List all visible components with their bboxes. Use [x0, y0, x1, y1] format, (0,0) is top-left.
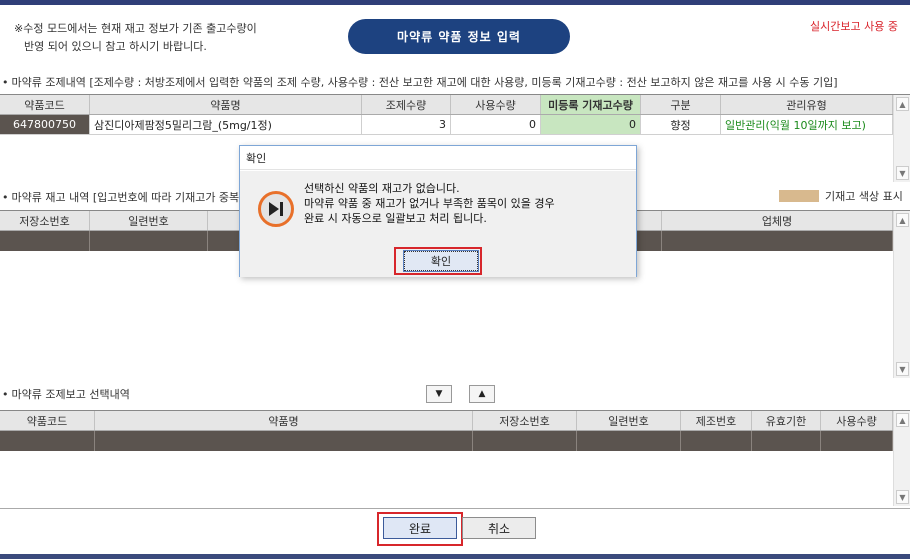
- col-header-storage-no: 저장소번호: [0, 211, 90, 230]
- page-title: 마약류 약품 정보 입력: [348, 19, 570, 54]
- notice-line-2: 반영 되어 있으니 참고 하시기 바랍니다.: [24, 40, 207, 53]
- cell-code[interactable]: 647800750: [0, 115, 90, 134]
- cell-unreg-qty[interactable]: 0: [541, 115, 641, 134]
- col-header-code: 약품코드: [0, 95, 90, 114]
- table-row[interactable]: 647800750 삼진디아제팜정5밀리그람_(5mg/1정) 3 0 0 향정…: [0, 115, 910, 135]
- scroll-up-arrow-icon[interactable]: ▲: [896, 213, 909, 227]
- report-scrollbar[interactable]: ▲ ▼: [893, 411, 910, 506]
- scroll-down-arrow-icon[interactable]: ▼: [896, 362, 909, 376]
- cell-use-qty[interactable]: 0: [451, 115, 541, 134]
- dialog-message-line-3: 완료 시 자동으로 일괄보고 처리 됩니다.: [304, 212, 487, 225]
- edit-mode-notice: ※수정 모드에서는 현재 재고 정보가 기존 출고수량이 반영 되어 있으니 참…: [14, 20, 257, 56]
- dispense-grid-header: 약품코드 약품명 조제수량 사용수량 미등록 기재고수량 구분 관리유형: [0, 95, 910, 115]
- top-bar: [0, 0, 910, 5]
- cell-dispense-qty[interactable]: 3: [362, 115, 451, 134]
- col-header-code: 약품코드: [0, 411, 95, 430]
- col-header-expiry: 유효기한: [752, 411, 821, 430]
- cell-category[interactable]: 향정: [641, 115, 721, 134]
- col-header-storage-no: 저장소번호: [473, 411, 577, 430]
- col-header-vendor: 업체명: [662, 211, 893, 230]
- col-header-serial-no: 일련번호: [577, 411, 681, 430]
- bottom-bar: [0, 554, 910, 559]
- footer-separator: [0, 508, 910, 509]
- legend-swatch: [779, 190, 819, 202]
- col-header-lot-no: 제조번호: [681, 411, 752, 430]
- highlight-box: [377, 512, 463, 546]
- stock-section-title: 마약류 재고 내역 [입고번호에 따라 기재고가 중복: [2, 189, 240, 205]
- highlight-box: [394, 247, 482, 275]
- realtime-status: 실시간보고 사용 중: [810, 20, 898, 33]
- stock-scrollbar[interactable]: ▲ ▼: [893, 211, 910, 378]
- legend-label: 기재고 색상 표시: [825, 190, 903, 203]
- col-header-dispense-qty: 조제수량: [362, 95, 451, 114]
- scroll-up-arrow-icon[interactable]: ▲: [896, 413, 909, 427]
- move-up-button[interactable]: ▲: [469, 385, 495, 403]
- report-grid-header: 약품코드 약품명 저장소번호 일련번호 제조번호 유효기한 사용수량: [0, 411, 910, 431]
- col-header-unreg-qty: 미등록 기재고수량: [541, 95, 641, 114]
- report-section-title: 마약류 조제보고 선택내역: [2, 386, 130, 402]
- dialog-message: 선택하신 약품의 재고가 없습니다. 마약류 약품 중 재고가 없거나 부족한 …: [304, 181, 555, 226]
- scroll-down-arrow-icon[interactable]: ▼: [896, 490, 909, 504]
- scroll-down-arrow-icon[interactable]: ▼: [896, 166, 909, 180]
- dispense-scrollbar[interactable]: ▲ ▼: [893, 95, 910, 182]
- dialog-title: 확인: [240, 146, 636, 170]
- cell-name[interactable]: 삼진디아제팜정5밀리그람_(5mg/1정): [90, 115, 362, 134]
- scroll-up-arrow-icon[interactable]: ▲: [896, 97, 909, 111]
- dispense-section-title: 마약류 조제내역 [조제수량 : 처방조제에서 입력한 약품의 조제 수량, 사…: [2, 74, 838, 90]
- dialog-message-line-2: 마약류 약품 중 재고가 없거나 부족한 품목이 있을 경우: [304, 197, 555, 210]
- col-header-use-qty: 사용수량: [821, 411, 893, 430]
- table-row[interactable]: [0, 431, 910, 451]
- dialog-message-line-1: 선택하신 약품의 재고가 없습니다.: [304, 182, 460, 195]
- col-header-manage-type: 관리유형: [721, 95, 893, 114]
- cell-manage-type[interactable]: 일반관리(익월 10일까지 보고): [721, 115, 893, 134]
- col-header-name: 약품명: [95, 411, 473, 430]
- notice-line-1: ※수정 모드에서는 현재 재고 정보가 기존 출고수량이: [14, 22, 257, 35]
- col-header-serial-no: 일련번호: [90, 211, 208, 230]
- play-next-icon: [258, 191, 294, 227]
- app-window: ※수정 모드에서는 현재 재고 정보가 기존 출고수량이 반영 되어 있으니 참…: [0, 0, 910, 559]
- col-header-use-qty: 사용수량: [451, 95, 541, 114]
- report-grid: 약품코드 약품명 저장소번호 일련번호 제조번호 유효기한 사용수량 ▲ ▼: [0, 410, 910, 506]
- move-down-button[interactable]: ▼: [426, 385, 452, 403]
- col-header-category: 구분: [641, 95, 721, 114]
- col-header-name: 약품명: [90, 95, 362, 114]
- cancel-button[interactable]: 취소: [462, 517, 536, 539]
